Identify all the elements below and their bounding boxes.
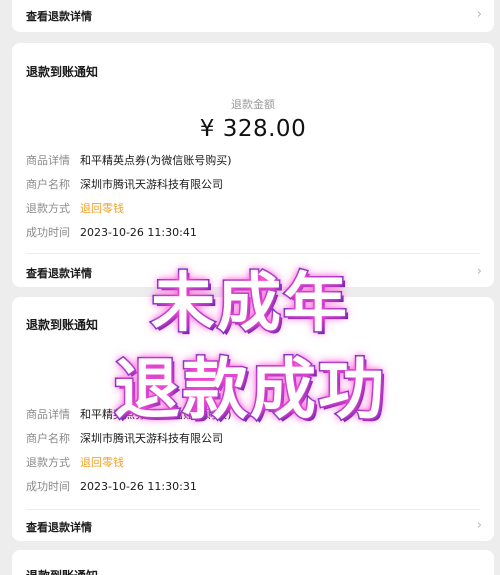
view-refund-details-label: 查看退款详情: [26, 267, 92, 280]
refund-amount-label: 退款金额: [231, 98, 275, 111]
info-value: 2023-10-26 11:30:41: [80, 226, 197, 239]
info-row-refund-method: 退款方式 退回零钱: [26, 201, 124, 217]
info-label: 退款方式: [26, 456, 70, 469]
refund-notification-card: 退款到账通知 退款金额 ¥ 328.00 商品详情 和平精英点券(为微信账号购买)…: [12, 43, 494, 287]
info-value: 深圳市腾讯天游科技有限公司: [80, 178, 223, 191]
info-row-merchant: 商户名称 深圳市腾讯天游科技有限公司: [26, 431, 223, 447]
chevron-right-icon: ›: [476, 7, 482, 22]
refund-notification-card: 退款到账通知: [12, 550, 494, 575]
refund-amount: ¥ 328.00: [199, 116, 307, 142]
info-label: 商品详情: [26, 154, 70, 167]
view-refund-details-link[interactable]: 查看退款详情 ›: [12, 513, 494, 541]
info-value: 2023-10-26 11:30:31: [80, 480, 197, 493]
info-row-success-time: 成功时间 2023-10-26 11:30:41: [26, 225, 197, 241]
card-title: 退款到账通知: [26, 318, 99, 332]
divider: [26, 509, 480, 510]
info-label: 成功时间: [26, 480, 70, 493]
refund-notification-card: 退款到账通知 商品详情 和平精英点券(为微信账号购买) 商户名称 深圳市腾讯天游科技…: [12, 297, 494, 541]
info-row-refund-method: 退款方式 退回零钱: [26, 455, 124, 471]
chevron-right-icon: ›: [476, 518, 482, 533]
view-refund-details-link[interactable]: 查看退款详情 ›: [12, 2, 494, 30]
view-refund-details-label: 查看退款详情: [26, 521, 92, 534]
info-value: 退回零钱: [80, 456, 124, 469]
view-refund-details-link[interactable]: 查看退款详情 ›: [12, 259, 494, 287]
info-label: 商品详情: [26, 408, 70, 421]
info-row-product: 商品详情 和平精英点券(为微信账号购买): [26, 153, 232, 169]
info-label: 成功时间: [26, 226, 70, 239]
info-label: 商户名称: [26, 178, 70, 191]
info-row-merchant: 商户名称 深圳市腾讯天游科技有限公司: [26, 177, 223, 193]
card-title: 退款到账通知: [26, 567, 98, 575]
info-value: 和平精英点券(为微信账号购买): [80, 408, 232, 421]
card-title: 退款到账通知: [26, 65, 99, 79]
info-label: 退款方式: [26, 202, 70, 215]
info-row-product: 商品详情 和平精英点券(为微信账号购买): [26, 407, 232, 423]
chevron-right-icon: ›: [476, 264, 482, 279]
info-label: 商户名称: [26, 432, 70, 445]
info-value: 退回零钱: [80, 202, 124, 215]
divider: [26, 253, 480, 254]
info-value: 深圳市腾讯天游科技有限公司: [80, 432, 223, 445]
refund-card-top: 查看退款详情 ›: [12, 0, 494, 32]
info-value: 和平精英点券(为微信账号购买): [80, 154, 232, 167]
view-refund-details-label: 查看退款详情: [26, 10, 92, 23]
info-row-success-time: 成功时间 2023-10-26 11:30:31: [26, 479, 197, 495]
